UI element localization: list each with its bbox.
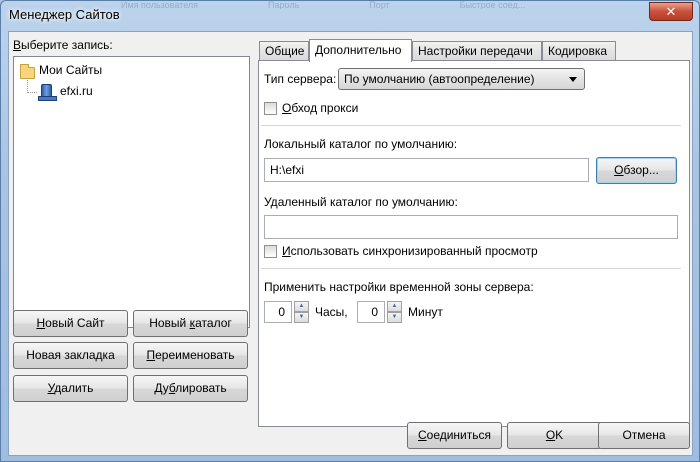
connect-button[interactable]: Соединиться [407, 422, 502, 449]
tab-charset[interactable]: Кодировка [542, 41, 616, 61]
bypass-proxy-checkbox[interactable] [264, 102, 277, 115]
remote-dir-input[interactable] [264, 215, 678, 239]
tree-item-efxi[interactable]: efxi.ru [60, 84, 93, 98]
minutes-down-button[interactable]: ▼ [387, 312, 402, 323]
new-folder-button[interactable]: Новый каталог [133, 310, 248, 337]
browse-button[interactable]: Обзор... [596, 157, 677, 184]
window-title: Менеджер Сайтов [9, 7, 120, 22]
title-bar[interactable]: Имя пользователя Пароль Порт Быстрое сое… [1, 1, 699, 31]
ok-button[interactable]: ОK [507, 422, 602, 449]
background-label: Порт [369, 1, 390, 9]
site-tree[interactable]: Мои Сайты efxi.ru [13, 56, 250, 328]
minutes-up-button[interactable]: ▲ [387, 301, 402, 312]
hours-input[interactable]: 0 [264, 301, 292, 323]
server-type-value: По умолчанию (автоопределение) [344, 72, 535, 86]
hours-down-button[interactable]: ▼ [294, 312, 309, 323]
local-dir-input[interactable]: H:\efxi [264, 158, 589, 182]
duplicate-button[interactable]: Дублировать [133, 375, 248, 402]
timezone-label: Применить настройки временной зоны серве… [264, 280, 534, 294]
remote-dir-label: Удаленный каталог по умолчанию: [264, 195, 458, 209]
chevron-down-icon [569, 77, 577, 82]
tree-connector [27, 92, 37, 93]
local-dir-label: Локальный каталог по умолчанию: [264, 137, 458, 151]
divider [261, 125, 681, 126]
background-window-strip: Имя пользователя Пароль Порт Быстрое сое… [121, 1, 641, 9]
bypass-proxy-label[interactable]: Обход прокси [282, 101, 358, 115]
rename-button[interactable]: Переименовать [133, 342, 248, 369]
minutes-label: Минут [408, 305, 443, 319]
close-button[interactable]: ✕ [649, 2, 693, 21]
arrow-down-icon: ▼ [298, 314, 305, 320]
hours-up-button[interactable]: ▲ [294, 301, 309, 312]
server-type-select[interactable]: По умолчанию (автоопределение) [338, 68, 585, 90]
background-label: Имя пользователя [121, 1, 199, 9]
cancel-button[interactable]: Отмена [598, 422, 690, 449]
sync-browsing-checkbox[interactable] [264, 245, 277, 258]
hours-label: Часы, [315, 305, 348, 319]
close-icon: ✕ [665, 4, 677, 19]
background-label: Пароль [268, 1, 300, 9]
minutes-input[interactable]: 0 [357, 301, 385, 323]
select-entry-label: Выберите запись: [13, 38, 113, 52]
sync-browsing-label[interactable]: Использовать синхронизированный просмотр [282, 244, 538, 258]
arrow-up-icon: ▲ [298, 303, 305, 309]
arrow-up-icon: ▲ [391, 303, 398, 309]
tree-item-my-sites[interactable]: Мои Сайты [39, 63, 102, 77]
tab-transfer-settings[interactable]: Настройки передачи [412, 41, 542, 61]
site-manager-window: Имя пользователя Пароль Порт Быстрое сое… [0, 0, 700, 462]
arrow-down-icon: ▼ [391, 314, 398, 320]
server-icon [38, 84, 57, 101]
background-label: Быстрое соед... [459, 1, 526, 9]
new-site-button[interactable]: Новый Сайт [13, 310, 128, 337]
tab-advanced[interactable]: Дополнительно [309, 39, 412, 62]
server-type-label: Тип сервера: [264, 72, 337, 86]
tab-general[interactable]: Общие [259, 41, 309, 61]
divider [261, 268, 681, 269]
folder-icon [20, 64, 35, 79]
new-bookmark-button[interactable]: Новая закладка [13, 342, 128, 369]
delete-button[interactable]: Удалить [13, 375, 128, 402]
